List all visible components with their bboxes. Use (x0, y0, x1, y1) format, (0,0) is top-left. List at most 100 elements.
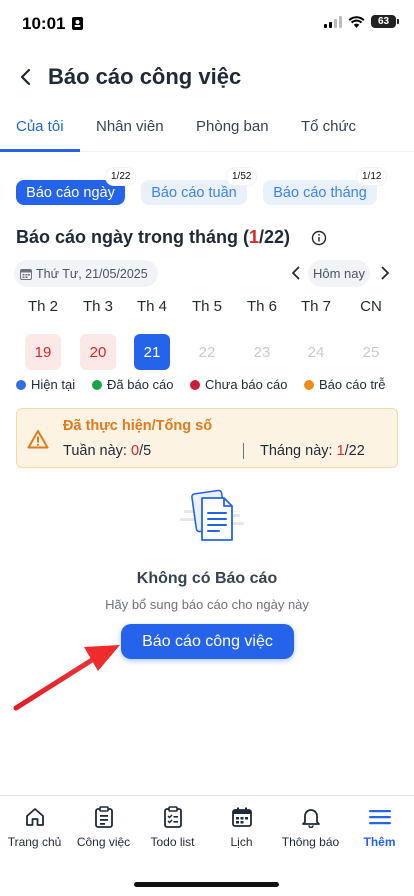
calendar-icon (231, 807, 252, 827)
bottom-nav: Trang chủ Công việc Todo list Lịch Thông… (0, 795, 414, 896)
chip-count-badge: 1/52 (227, 168, 257, 185)
prev-day-button[interactable] (287, 264, 303, 282)
checklist-icon (163, 806, 182, 828)
chip-label: Báo cáo ngày (26, 184, 115, 201)
nav-home[interactable]: Trang chủ (0, 806, 69, 849)
tab-mine[interactable]: Của tôi (16, 118, 64, 135)
month-done: 1 (336, 443, 345, 459)
header: Báo cáo công việc (0, 56, 414, 100)
home-indicator (134, 882, 279, 887)
month-label: Tháng này: (260, 443, 337, 459)
nav-label: Lịch (230, 835, 253, 849)
summary-week: Tuần này: 0/5 (63, 443, 151, 459)
nav-calendar[interactable]: Lịch (207, 806, 276, 849)
chevron-left-icon (291, 266, 299, 280)
signal-icon (324, 15, 342, 28)
nav-more[interactable]: Thêm (345, 806, 414, 849)
week-total: /5 (139, 443, 152, 459)
legend-label: Hiện tại (31, 377, 76, 392)
calendar-day[interactable]: 22 (189, 334, 225, 370)
chip-count-badge: 1/22 (106, 168, 136, 185)
report-type-chips: Báo cáo ngày 1/22 Báo cáo tuần 1/52 Báo … (0, 168, 414, 212)
calendar-day[interactable]: 24 (298, 334, 334, 370)
legend-dot (304, 379, 314, 390)
nav-label: Thêm (363, 835, 396, 849)
legend-not-reported: Chưa báo cáo (190, 377, 287, 392)
legend-dot (16, 379, 26, 390)
calendar-day[interactable]: 25 (353, 334, 389, 370)
nav-notifications[interactable]: Thông báo (276, 806, 345, 849)
weekday-label: Th 7 (300, 298, 331, 315)
section-title-suffix: /22) (259, 227, 291, 247)
summary-title: Đã thực hiện/Tổng số (63, 418, 213, 434)
today-button[interactable]: Hôm nay (308, 260, 370, 287)
tab-departments[interactable]: Phòng ban (196, 118, 269, 135)
tab-bar: Của tôi Nhân viên Phòng ban Tổ chức (0, 108, 414, 152)
tab-active-indicator (0, 149, 80, 152)
nav-label: Công việc (76, 835, 131, 849)
tab-organization[interactable]: Tổ chức (301, 118, 356, 135)
legend-reported: Đã báo cáo (92, 377, 174, 392)
legend-label: Đã báo cáo (107, 377, 174, 392)
section-title-prefix: Báo cáo ngày trong tháng ( (16, 227, 250, 247)
nav-label: Thông báo (281, 835, 340, 849)
nav-tasks[interactable]: Công việc (69, 806, 138, 849)
weekday-label: Th 4 (136, 298, 167, 315)
warning-icon (27, 430, 49, 449)
chevron-left-icon (20, 68, 31, 86)
status-time: 10:01 (22, 14, 84, 34)
section-title: Báo cáo ngày trong tháng (1/22) (16, 227, 290, 248)
progress-summary: Đã thực hiện/Tổng số Tuần này: 0/5 Tháng… (16, 408, 398, 468)
bell-icon (301, 809, 320, 828)
legend-current: Hiện tại (16, 377, 75, 392)
task-list-icon (94, 806, 113, 828)
chevron-right-icon (381, 266, 389, 280)
nav-label: Trang chủ (7, 835, 62, 849)
info-icon[interactable] (311, 230, 327, 246)
chip-count-badge: 1/12 (357, 168, 387, 185)
empty-state-title: Không có Báo cáo (136, 570, 278, 587)
week-done: 0 (130, 443, 140, 459)
empty-state-subtitle: Hãy bổ sung báo cáo cho ngày này (105, 597, 309, 612)
weekday-label: Th 2 (27, 298, 58, 315)
chip-label: Báo cáo tháng (273, 184, 367, 201)
status-icons: 63 (324, 15, 399, 28)
tab-employees[interactable]: Nhân viên (96, 118, 164, 135)
document-illustration-icon (180, 489, 244, 541)
page-title: Báo cáo công việc (48, 64, 242, 89)
back-button[interactable] (12, 62, 38, 92)
status-bar: 10:01 63 (0, 0, 414, 50)
wifi-icon (348, 15, 365, 28)
weekday-label: CN (360, 298, 382, 315)
legend-label: Báo cáo trễ (319, 377, 386, 392)
chip-daily-report[interactable]: Báo cáo ngày (16, 180, 125, 205)
legend-dot (92, 379, 102, 390)
calendar-day[interactable]: 20 (80, 334, 116, 370)
calendar-day-selected[interactable]: 21 (134, 334, 170, 370)
chip-label: Báo cáo tuần (151, 184, 237, 201)
menu-icon (368, 810, 391, 825)
battery-icon: 63 (371, 15, 399, 28)
week-label: Tuần này: (63, 443, 131, 459)
legend-late: Báo cáo trễ (304, 377, 386, 392)
summary-month: Tháng này: 1/22 (260, 443, 365, 459)
legend-dot (190, 379, 200, 390)
month-total: /22 (344, 443, 365, 459)
legend-label: Chưa báo cáo (205, 377, 288, 392)
id-card-icon (72, 17, 84, 30)
selected-date: Thứ Tư, 21/05/2025 (36, 266, 148, 281)
section-done-count: 1 (249, 227, 260, 247)
create-report-button[interactable]: Báo cáo công việc (121, 624, 294, 659)
calendar-day[interactable]: 19 (25, 334, 61, 370)
home-icon (25, 808, 44, 826)
divider (243, 443, 244, 459)
weekday-label: Th 3 (82, 298, 113, 315)
nav-todo[interactable]: Todo list (138, 806, 207, 849)
weekday-label: Th 5 (191, 298, 222, 315)
next-day-button[interactable] (377, 264, 393, 282)
weekday-label: Th 6 (246, 298, 277, 315)
calendar-icon (20, 268, 32, 280)
nav-label: Todo list (150, 835, 195, 849)
date-picker[interactable]: Thứ Tư, 21/05/2025 (14, 260, 158, 287)
calendar-day[interactable]: 23 (244, 334, 280, 370)
